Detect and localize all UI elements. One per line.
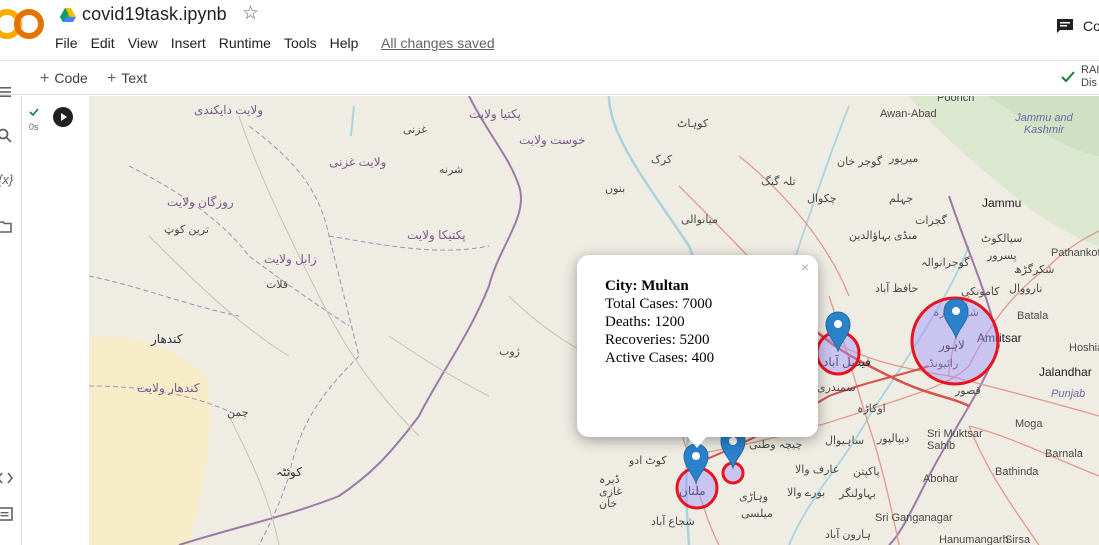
ram-disk-indicator[interactable]: RAI Dis (1081, 64, 1099, 90)
popup-recoveries: Recoveries: 5200 (605, 332, 710, 348)
folder-icon[interactable] (0, 219, 13, 235)
faisalabad-marker-icon[interactable] (825, 311, 851, 353)
notebook-title[interactable]: covid19task.ipynb (82, 4, 227, 25)
colab-window: covid19task.ipynb ☆ File Edit View Inser… (0, 0, 1099, 545)
search-icon[interactable] (0, 128, 13, 144)
code-snippets-icon[interactable] (0, 470, 13, 486)
menu-icon[interactable] (0, 84, 13, 100)
left-sidebar: {x} (0, 87, 22, 545)
popup-active-cases: Active Cases: 400 (605, 350, 715, 366)
add-code-cell-button[interactable]: + Code (40, 69, 88, 88)
popup-close-button[interactable]: × (801, 259, 809, 275)
ram-label: RAI (1081, 64, 1099, 76)
menu-insert[interactable]: Insert (171, 35, 206, 51)
comment-button-label[interactable]: Co (1083, 18, 1099, 34)
multan-marker-icon[interactable] (683, 443, 709, 485)
save-status-link[interactable]: All changes saved (381, 35, 495, 51)
menu-help[interactable]: Help (330, 35, 359, 51)
menu-bar: File Edit View Insert Runtime Tools Help (55, 35, 371, 51)
popup-content: City: Multan Total Cases: 7000 Deaths: 1… (605, 277, 714, 367)
add-text-label: Text (121, 70, 148, 86)
terminal-icon[interactable] (0, 506, 13, 522)
popup-total-cases: Total Cases: 7000 (605, 296, 713, 312)
comment-icon[interactable] (1056, 18, 1074, 34)
cell-gutter (22, 96, 88, 545)
notebook-toolbar: + Code + Text RAI Dis (0, 60, 1099, 95)
colab-logo[interactable] (0, 6, 44, 42)
popup-tip (687, 436, 707, 448)
popup-deaths: Deaths: 1200 (605, 314, 685, 330)
disk-label: Dis (1081, 77, 1097, 89)
add-code-label: Code (54, 70, 88, 86)
popup-city: City: Multan (605, 278, 689, 294)
menu-tools[interactable]: Tools (284, 35, 317, 51)
run-cell-button[interactable] (53, 107, 73, 127)
execution-time: 0s (29, 122, 39, 132)
header-bar: covid19task.ipynb ☆ File Edit View Inser… (0, 0, 1099, 60)
menu-view[interactable]: View (128, 35, 158, 51)
menu-runtime[interactable]: Runtime (219, 35, 271, 51)
lahore-marker-icon[interactable] (943, 298, 969, 340)
add-text-cell-button[interactable]: + Text (107, 69, 147, 88)
connected-check-icon (1061, 71, 1075, 83)
menu-edit[interactable]: Edit (91, 35, 115, 51)
google-drive-icon[interactable] (60, 8, 76, 22)
menu-file[interactable]: File (55, 35, 78, 51)
plus-icon: + (40, 70, 50, 87)
execution-success-icon (29, 108, 39, 116)
star-icon[interactable]: ☆ (242, 3, 259, 25)
plus-icon: + (107, 70, 117, 87)
variables-icon[interactable]: {x} (0, 172, 13, 187)
